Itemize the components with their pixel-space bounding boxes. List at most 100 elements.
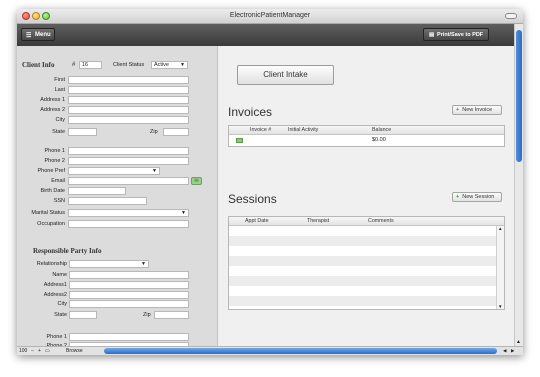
row-open-icon[interactable] bbox=[236, 138, 243, 143]
app-window: ElectronicPatientManager ☰ Menu ▤ Print/… bbox=[17, 9, 523, 355]
rp-city-field[interactable] bbox=[69, 300, 189, 308]
marital-status-select[interactable]: ▼ bbox=[68, 209, 189, 217]
status-area-toggle-icon[interactable]: ▭ bbox=[45, 348, 50, 354]
toolbar-toggle-button[interactable] bbox=[505, 13, 517, 19]
ssn-field[interactable] bbox=[68, 197, 147, 205]
table-row[interactable]: $0.00 bbox=[229, 136, 504, 146]
phone1-label: Phone 1 bbox=[44, 148, 66, 154]
sessions-table-header: Appt Date Therapist Comments bbox=[229, 217, 504, 226]
first-name-label: First bbox=[54, 77, 65, 83]
address2-label: Address 2 bbox=[40, 107, 65, 113]
invoices-table-header: Invoice # Initial Activity Balance bbox=[229, 126, 504, 135]
client-id-label: # bbox=[72, 62, 76, 68]
plus-icon: + bbox=[456, 194, 460, 200]
occupation-field[interactable] bbox=[68, 220, 189, 228]
zoom-out-icon[interactable]: − bbox=[31, 348, 34, 354]
city-label: City bbox=[55, 117, 65, 123]
rp-zip-field[interactable] bbox=[154, 311, 189, 319]
address2-field[interactable] bbox=[68, 106, 189, 114]
last-name-label: Last bbox=[54, 87, 65, 93]
rp-state-field[interactable] bbox=[69, 311, 97, 319]
list-icon: ☰ bbox=[26, 33, 32, 39]
scroll-up-icon[interactable]: ▲ bbox=[498, 226, 502, 231]
phone-pref-select[interactable]: ▼ bbox=[68, 167, 160, 175]
horizontal-scroll-thumb[interactable] bbox=[104, 348, 497, 354]
phone-pref-label: Phone Pref bbox=[37, 168, 65, 174]
table-row[interactable] bbox=[229, 286, 496, 296]
status-bar: 100 − + ▭ Browse ◀ ▶ bbox=[17, 346, 523, 355]
rp-state-label: State bbox=[54, 312, 67, 318]
marital-status-label: Marital Status bbox=[31, 210, 65, 216]
new-invoice-label: New Invoice bbox=[462, 107, 493, 113]
email-send-icon[interactable]: ✉ bbox=[191, 177, 202, 185]
ssn-label: SSN bbox=[53, 198, 65, 204]
responsible-party-header: Responsible Party Info bbox=[33, 247, 102, 255]
relationship-select[interactable]: ▼ bbox=[69, 260, 149, 268]
client-id-field[interactable]: 16 bbox=[79, 61, 102, 69]
rp-name-field[interactable] bbox=[69, 271, 189, 279]
new-session-button[interactable]: + New Session bbox=[452, 192, 502, 202]
table-row[interactable] bbox=[229, 256, 496, 266]
sessions-scrollbar[interactable]: ▲ ▼ bbox=[496, 226, 504, 309]
email-field[interactable] bbox=[68, 177, 189, 185]
menu-button[interactable]: ☰ Menu bbox=[21, 28, 55, 41]
rp-address1-field[interactable] bbox=[69, 281, 189, 289]
rp-zip-label: Zip bbox=[143, 312, 151, 318]
rp-phone1-label: Phone 1 bbox=[46, 334, 68, 340]
plus-icon: + bbox=[456, 107, 460, 113]
relationship-label: Relationship bbox=[36, 261, 67, 267]
table-row[interactable] bbox=[229, 266, 496, 276]
col-header-initial-activity: Initial Activity bbox=[288, 127, 319, 133]
rp-address2-field[interactable] bbox=[69, 291, 189, 299]
client-intake-button[interactable]: Client Intake bbox=[237, 65, 334, 85]
client-status-select[interactable]: Active ▼ bbox=[151, 61, 188, 69]
rp-phone1-field[interactable] bbox=[69, 333, 189, 341]
address1-field[interactable] bbox=[68, 96, 189, 104]
print-button-label: Print/Save to PDF bbox=[437, 32, 484, 38]
invoices-table: Invoice # Initial Activity Balance $0.00 bbox=[228, 125, 505, 147]
col-header-comments: Comments bbox=[368, 218, 394, 224]
new-invoice-button[interactable]: + New Invoice bbox=[452, 105, 502, 115]
city-field[interactable] bbox=[68, 116, 189, 124]
rp-city-label: City bbox=[57, 301, 67, 307]
state-field[interactable] bbox=[68, 128, 97, 136]
print-save-pdf-button[interactable]: ▤ Print/Save to PDF bbox=[423, 28, 489, 41]
phone2-field[interactable] bbox=[68, 157, 189, 165]
col-header-invoice: Invoice # bbox=[250, 127, 272, 133]
first-name-field[interactable] bbox=[68, 76, 189, 84]
occupation-label: Occupation bbox=[37, 221, 65, 227]
sessions-title: Sessions bbox=[228, 192, 277, 206]
zip-label: Zip bbox=[150, 129, 158, 135]
birth-date-field[interactable] bbox=[68, 187, 126, 195]
last-name-field[interactable] bbox=[68, 86, 189, 94]
col-header-balance: Balance bbox=[372, 127, 392, 133]
title-bar: ElectronicPatientManager bbox=[17, 9, 523, 24]
scroll-right-icon[interactable]: ▶ bbox=[511, 348, 514, 354]
chevron-down-icon: ▼ bbox=[181, 210, 186, 216]
phone1-field[interactable] bbox=[68, 147, 189, 155]
scroll-down-icon[interactable]: ▼ bbox=[498, 304, 502, 309]
table-row[interactable] bbox=[229, 226, 496, 236]
scroll-up-icon[interactable]: ▲ bbox=[516, 339, 521, 345]
phone2-label: Phone 2 bbox=[44, 158, 66, 164]
rp-address1-label: Address1 bbox=[43, 282, 67, 288]
scroll-left-icon[interactable]: ◀ bbox=[503, 348, 506, 354]
main-scroll-thumb[interactable] bbox=[516, 30, 522, 162]
window-title: ElectronicPatientManager bbox=[229, 12, 311, 19]
table-row[interactable] bbox=[229, 246, 496, 256]
table-row[interactable] bbox=[229, 236, 496, 246]
mode-label: Browse bbox=[66, 348, 83, 354]
table-row[interactable] bbox=[229, 296, 496, 306]
menu-button-label: Menu bbox=[35, 32, 51, 38]
chevron-down-icon: ▼ bbox=[152, 168, 157, 174]
chevron-down-icon: ▼ bbox=[141, 261, 146, 267]
rp-address2-label: Address2 bbox=[43, 292, 67, 298]
client-activity-panel: Client Intake Invoices + New Invoice Invo… bbox=[218, 46, 514, 346]
main-vertical-scrollbar[interactable]: ▲ ▼ bbox=[514, 24, 523, 355]
address1-label: Address 1 bbox=[40, 97, 65, 103]
zoom-level[interactable]: 100 bbox=[19, 348, 27, 354]
zip-field[interactable] bbox=[163, 128, 189, 136]
table-row[interactable] bbox=[229, 276, 496, 286]
birth-date-label: Birth Date bbox=[40, 188, 65, 194]
zoom-in-icon[interactable]: + bbox=[38, 348, 41, 354]
